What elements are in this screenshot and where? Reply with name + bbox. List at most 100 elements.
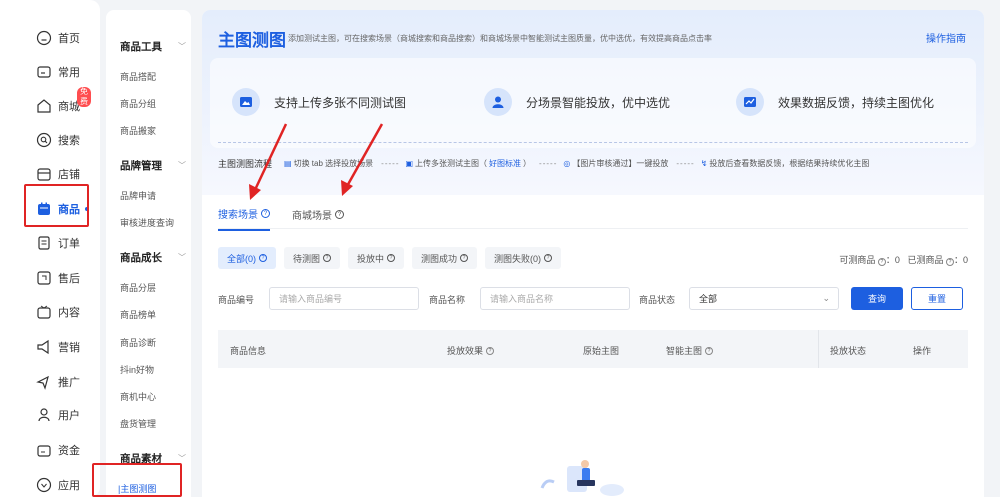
feature-text: 分场景智能投放，优中选优	[526, 95, 671, 110]
nav-item-funds[interactable]: 资金	[36, 439, 80, 461]
order-icon	[36, 235, 52, 251]
submenu-item-label: 主图测图	[120, 484, 157, 494]
flow-label: 主图测图流程	[218, 159, 273, 169]
image-icon	[232, 88, 260, 116]
apps-icon	[36, 477, 52, 493]
submenu-item-main-image-test[interactable]: |主图测图	[118, 482, 156, 495]
feedback-icon: ↯	[700, 159, 708, 168]
chip-pending[interactable]: 待测图?	[284, 247, 341, 269]
column-header: 商品信息	[230, 346, 267, 356]
product-code-input[interactable]: 请输入商品编号	[269, 287, 419, 310]
operation-guide-link[interactable]: 操作指南	[926, 30, 966, 45]
submenu-item[interactable]: 商品搬家	[120, 124, 156, 137]
nav-item-apps[interactable]: 应用	[36, 474, 80, 496]
good-image-standard-link[interactable]: 好图标准	[489, 158, 521, 169]
feature-text: 支持上传多张不同测试图	[274, 95, 407, 110]
help-icon[interactable]: ?	[261, 209, 270, 218]
active-indicator-dot	[85, 207, 89, 211]
chip-label: 全部(0)	[227, 253, 256, 264]
column-header: 投放状态	[830, 346, 867, 356]
group-title: 品牌管理	[120, 160, 162, 172]
submenu-item[interactable]: 商品搭配	[120, 70, 156, 83]
nav-label: 常用	[58, 67, 80, 79]
reset-button[interactable]: 重置	[911, 287, 963, 310]
flow-divider	[218, 142, 968, 143]
chevron-down-icon: ﹀	[178, 161, 186, 170]
testable-count-value: ：0	[885, 255, 900, 265]
main-nav-rail: 首页 常用 商城 免费 搜索 店铺 商品 订单 售后 内容 营销 推广 用户 资…	[0, 0, 100, 497]
feature-item: 分场景智能投放，优中选优	[484, 88, 670, 116]
help-icon[interactable]: ?	[323, 254, 332, 262]
tested-count-value: ：0	[953, 255, 968, 265]
page-title: 主图测图	[218, 31, 286, 50]
nav-item-users[interactable]: 用户	[36, 404, 80, 426]
shop-icon	[36, 98, 52, 114]
query-button[interactable]: 查询	[851, 287, 903, 310]
help-icon[interactable]: ?	[544, 254, 553, 262]
nav-item-content[interactable]: 内容	[36, 301, 80, 323]
nav-item-orders[interactable]: 订单	[36, 232, 80, 254]
nav-label: 应用	[58, 480, 80, 492]
help-icon[interactable]: ?	[945, 258, 954, 266]
chip-success[interactable]: 测图成功?	[412, 247, 478, 269]
nav-item-promote[interactable]: 推广	[36, 371, 80, 393]
group-title: 商品素材	[120, 453, 162, 465]
search-icon	[36, 132, 52, 148]
submenu-item[interactable]: 盘货管理	[120, 417, 156, 430]
help-icon[interactable]: ?	[705, 346, 714, 355]
chip-all[interactable]: 全部(0)?	[218, 247, 276, 269]
submenu-item[interactable]: 商品榜单	[120, 308, 156, 321]
flow-separator: -----	[539, 159, 558, 168]
nav-item-marketing[interactable]: 营销	[36, 336, 80, 358]
nav-item-aftersale[interactable]: 售后	[36, 267, 80, 289]
help-icon[interactable]: ?	[387, 254, 396, 262]
upload-icon: ▣	[405, 159, 414, 168]
megaphone-icon	[36, 339, 52, 355]
submenu-item[interactable]: 抖in好物	[120, 363, 154, 376]
tested-count-label: 已测商品	[907, 255, 944, 265]
person-icon	[484, 88, 512, 116]
feature-panel: 支持上传多张不同测试图 分场景智能投放，优中选优 效果数据反馈，持续主图优化	[210, 58, 976, 148]
tab-label: 搜索场景	[218, 210, 258, 221]
aftersale-icon	[36, 270, 52, 286]
nav-item-store[interactable]: 店铺	[36, 163, 80, 185]
product-name-label: 商品名称	[429, 295, 466, 305]
column-header: 原始主图	[583, 346, 620, 356]
help-icon[interactable]: ?	[259, 254, 267, 262]
chip-failed[interactable]: 测图失败(0)?	[485, 247, 562, 269]
tab-underline	[218, 228, 968, 229]
nav-item-mall[interactable]: 商城 免费	[36, 87, 91, 117]
nav-item-product[interactable]: 商品	[36, 198, 80, 220]
product-status-select[interactable]: 全部 ⌄	[689, 287, 839, 310]
submenu-group-growth[interactable]: 商品成长 ﹀	[120, 250, 186, 265]
chevron-down-icon: ﹀	[178, 42, 186, 51]
chip-label: 测图失败(0)	[494, 253, 542, 264]
submenu-group-material[interactable]: 商品素材 ﹀	[120, 451, 186, 466]
product-name-input[interactable]: 请输入商品名称	[480, 287, 630, 310]
column-header-label: 智能主图	[666, 346, 703, 356]
submenu-item[interactable]: 商机中心	[120, 390, 156, 403]
help-icon[interactable]: ?	[486, 346, 495, 355]
help-icon[interactable]: ?	[460, 254, 469, 262]
chip-running[interactable]: 投放中?	[348, 247, 405, 269]
help-icon[interactable]: ?	[335, 210, 344, 219]
submenu-item[interactable]: 商品分组	[120, 97, 156, 110]
submenu-group-brand[interactable]: 品牌管理 ﹀	[120, 158, 186, 173]
help-icon[interactable]: ?	[877, 258, 886, 266]
submenu-group-product-tools[interactable]: 商品工具 ﹀	[120, 39, 186, 54]
nav-label: 订单	[58, 238, 80, 250]
submenu-item[interactable]: 审核进度查询	[120, 216, 174, 229]
flow-separator: -----	[381, 159, 400, 168]
nav-label: 用户	[58, 410, 80, 422]
nav-item-search[interactable]: 搜索	[36, 129, 80, 151]
flow-separator: -----	[676, 159, 695, 168]
chip-label: 投放中	[357, 253, 385, 264]
nav-item-home[interactable]: 首页	[36, 27, 80, 49]
store-icon	[36, 166, 52, 182]
testable-count-label: 可测商品	[839, 255, 876, 265]
submenu-item[interactable]: 商品诊断	[120, 336, 156, 349]
column-header-smart-image: 智能主图?	[666, 344, 714, 357]
submenu-item[interactable]: 品牌申请	[120, 189, 156, 202]
nav-item-common[interactable]: 常用	[36, 61, 80, 83]
submenu-item[interactable]: 商品分层	[120, 281, 156, 294]
